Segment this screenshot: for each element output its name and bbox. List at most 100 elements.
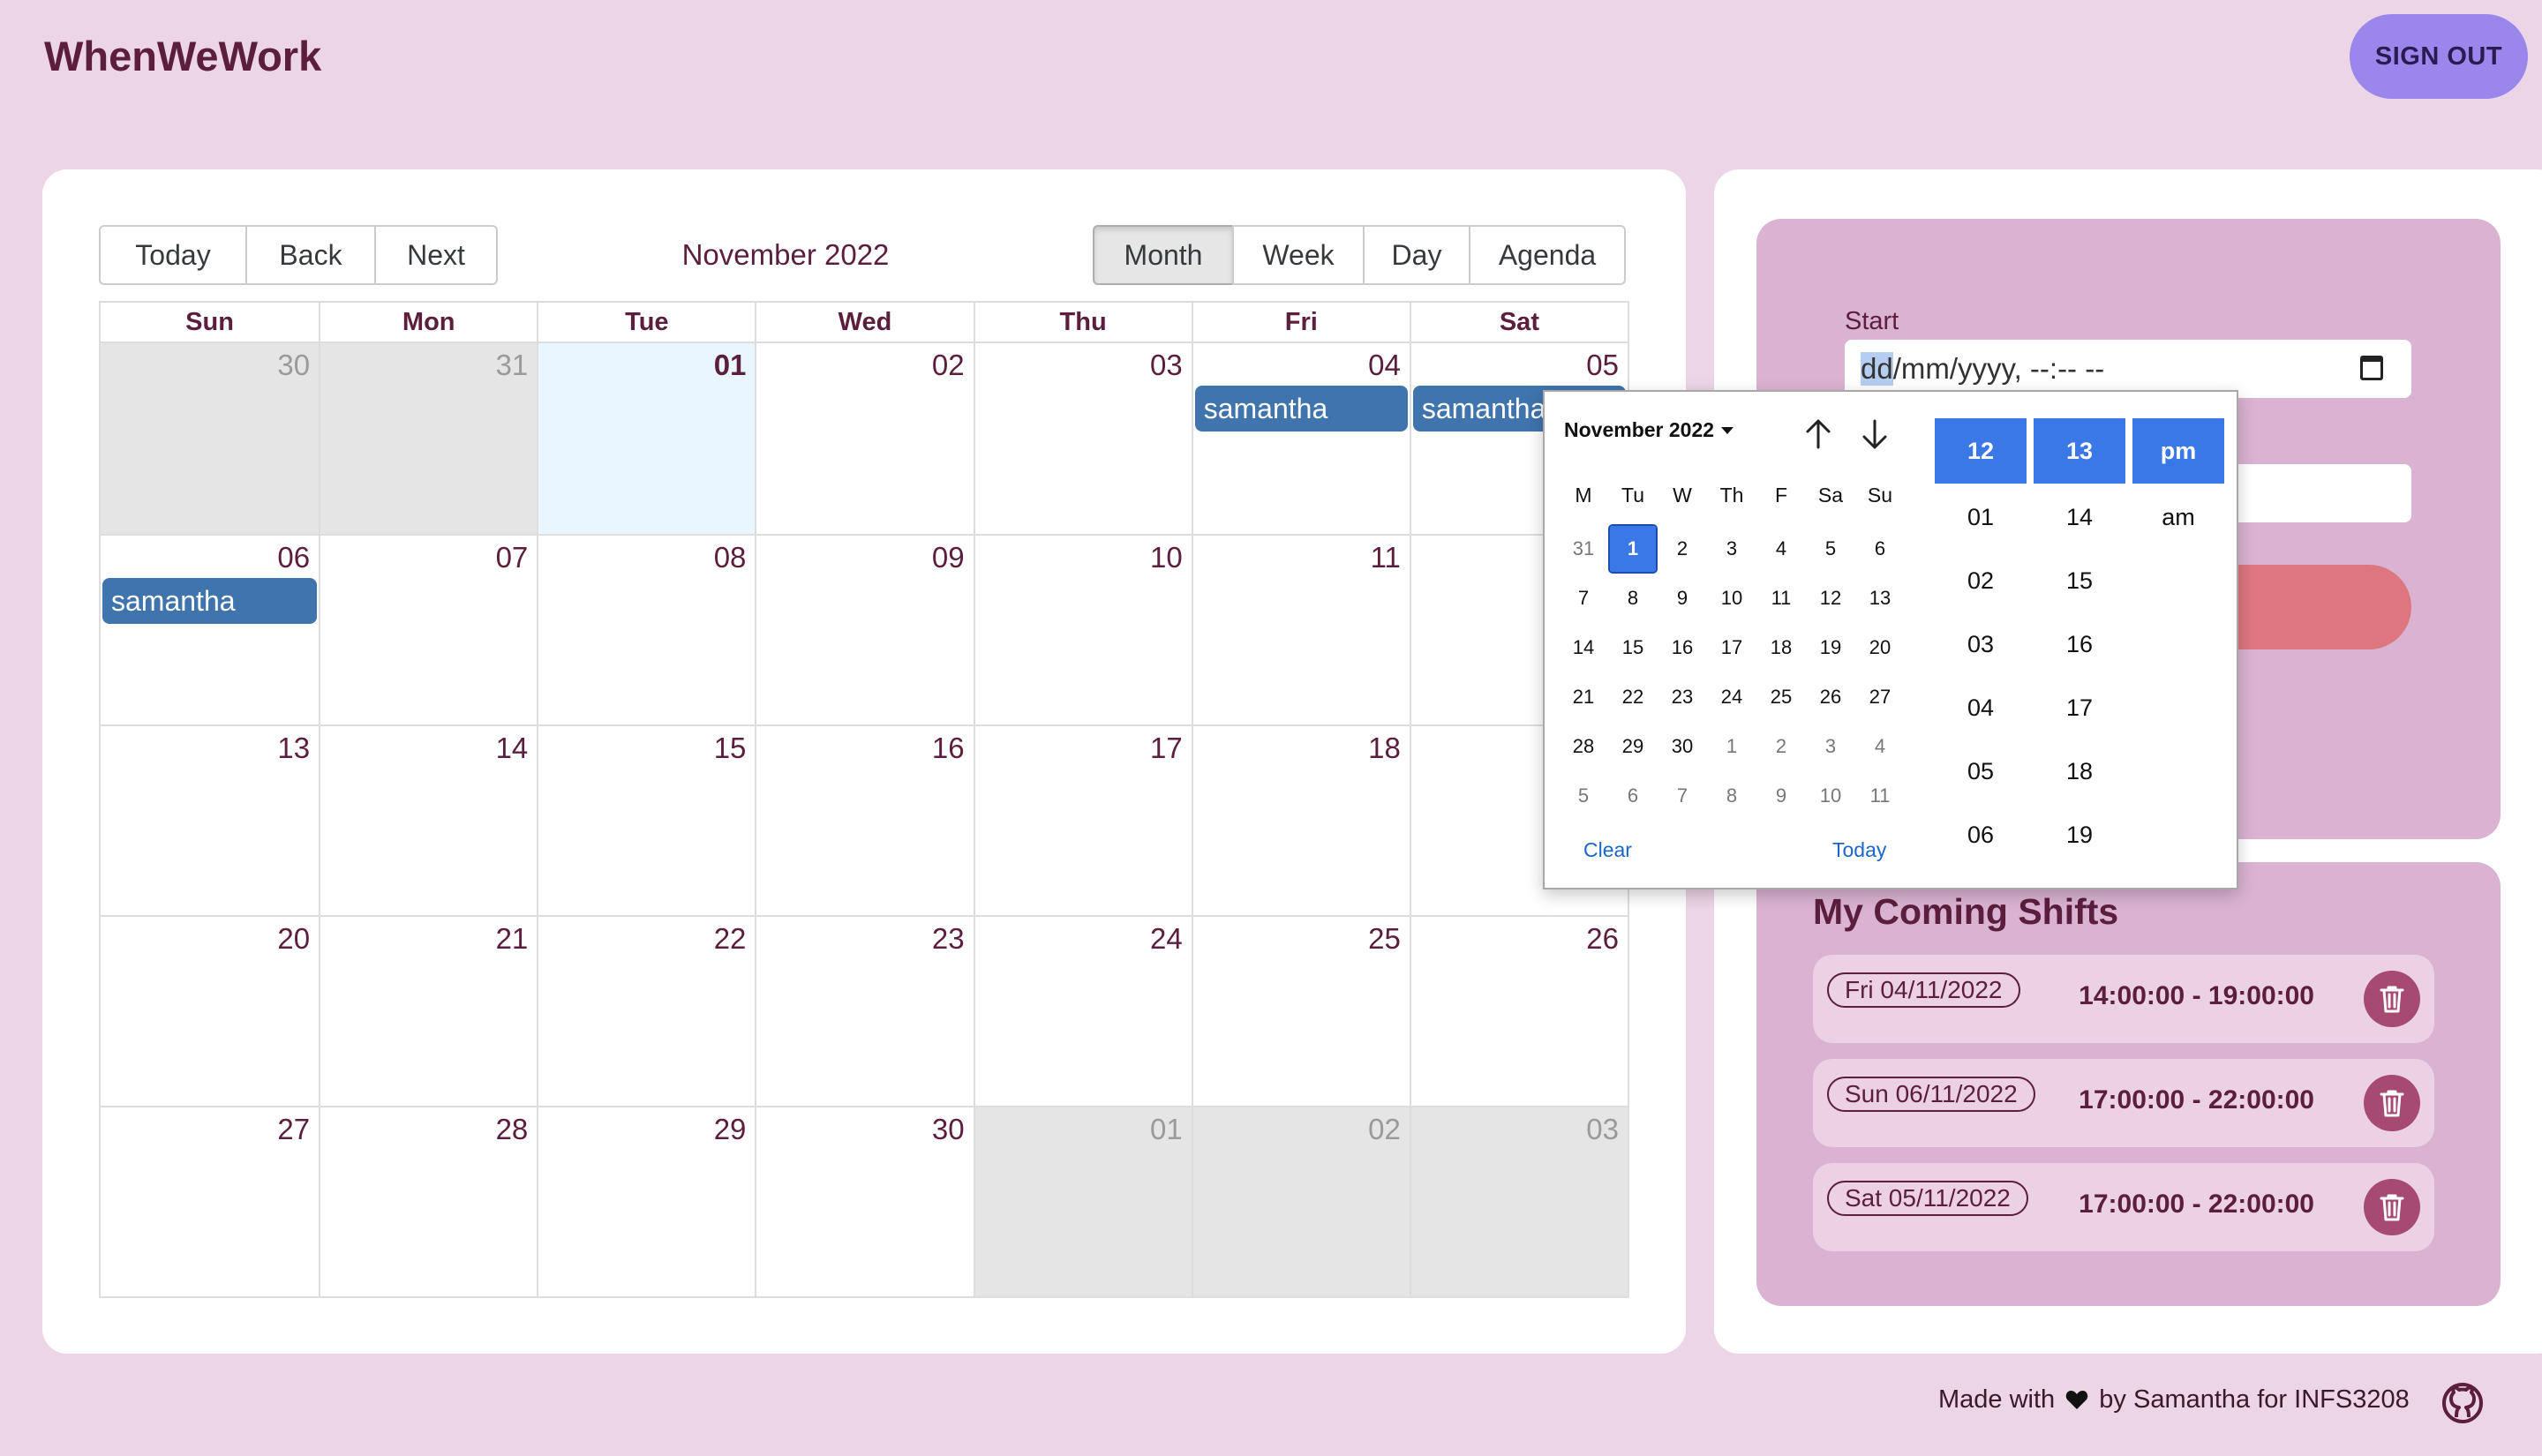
calendar-day-number[interactable]: 16 (932, 732, 965, 765)
picker-day-number[interactable]: 11 (1857, 773, 1903, 819)
picker-day[interactable]: 5 (1806, 524, 1855, 574)
picker-day-number[interactable]: 6 (1857, 526, 1903, 572)
picker-day-number[interactable]: 28 (1561, 724, 1606, 769)
calendar-day-cell[interactable]: 25 (1191, 915, 1410, 1106)
arrow-up-icon[interactable] (1801, 417, 1836, 452)
picker-day[interactable]: 27 (1855, 672, 1905, 722)
calendar-day-cell[interactable]: 06 samantha (101, 534, 320, 724)
picker-day-number[interactable]: 8 (1709, 773, 1755, 819)
picker-day[interactable]: 30 (1658, 722, 1707, 771)
calendar-icon[interactable] (2360, 356, 2383, 380)
picker-day[interactable]: 18 (1756, 623, 1806, 672)
picker-day-number[interactable]: 10 (1709, 575, 1755, 621)
picker-day[interactable]: 14 (1559, 623, 1608, 672)
picker-minute-option[interactable]: 13 (2034, 418, 2125, 484)
sign-out-button[interactable]: SIGN OUT (2350, 14, 2528, 99)
calendar-day-number[interactable]: 02 (1368, 1113, 1401, 1146)
calendar-event[interactable]: samantha (102, 578, 318, 624)
picker-month-selector[interactable]: November 2022 (1564, 418, 1734, 442)
picker-day-number[interactable]: 20 (1857, 625, 1903, 671)
picker-hour-option[interactable]: 05 (1935, 739, 2027, 803)
picker-day-number[interactable]: 21 (1561, 674, 1606, 720)
calendar-day-cell[interactable]: 08 (537, 534, 756, 724)
picker-day-number[interactable]: 17 (1709, 625, 1755, 671)
picker-day-number[interactable]: 2 (1758, 724, 1804, 769)
delete-shift-button[interactable] (2364, 1179, 2420, 1235)
back-button[interactable]: Back (245, 225, 376, 285)
picker-day-number[interactable]: 23 (1659, 674, 1705, 720)
calendar-day-cell[interactable]: 21 (319, 915, 538, 1106)
calendar-day-number[interactable]: 05 (1586, 349, 1619, 382)
calendar-day-cell[interactable]: 13 (101, 724, 320, 915)
calendar-day-number[interactable]: 10 (1150, 541, 1183, 574)
picker-day[interactable]: 20 (1855, 623, 1905, 672)
picker-day[interactable]: 4 (1855, 722, 1905, 771)
picker-day-number[interactable]: 3 (1709, 526, 1755, 572)
today-button[interactable]: Today (99, 225, 247, 285)
calendar-day-number[interactable]: 01 (1150, 1113, 1183, 1146)
picker-day-number[interactable]: 16 (1659, 625, 1705, 671)
calendar-day-cell[interactable]: 03 (1409, 1106, 1628, 1296)
picker-day[interactable]: 23 (1658, 672, 1707, 722)
picker-day[interactable]: 12 (1806, 574, 1855, 623)
calendar-day-number[interactable]: 09 (932, 541, 965, 574)
calendar-day-cell[interactable]: 02 (1191, 1106, 1410, 1296)
picker-day[interactable]: 21 (1559, 672, 1608, 722)
day-view-button[interactable]: Day (1363, 225, 1470, 285)
calendar-day-cell[interactable]: 11 (1191, 534, 1410, 724)
calendar-day-number[interactable]: 07 (496, 541, 529, 574)
calendar-day-cell[interactable]: 31 (319, 343, 538, 534)
calendar-day-cell[interactable]: 26 (1409, 915, 1628, 1106)
picker-hour-option[interactable]: 04 (1935, 676, 2027, 739)
calendar-day-number[interactable]: 01 (714, 349, 747, 382)
calendar-day-cell[interactable]: 09 (755, 534, 974, 724)
calendar-day-cell[interactable]: 20 (101, 915, 320, 1106)
picker-day-number[interactable]: 9 (1659, 575, 1705, 621)
picker-day[interactable]: 10 (1806, 771, 1855, 821)
month-view-button[interactable]: Month (1093, 225, 1234, 285)
picker-day[interactable]: 2 (1756, 722, 1806, 771)
picker-minute-option[interactable]: 15 (2034, 549, 2125, 612)
picker-day[interactable]: 1 (1707, 722, 1756, 771)
picker-day[interactable]: 2 (1658, 524, 1707, 574)
picker-day-number[interactable]: 29 (1610, 724, 1656, 769)
calendar-day-cell[interactable]: 14 (319, 724, 538, 915)
picker-day[interactable]: 10 (1707, 574, 1756, 623)
calendar-day-cell[interactable]: 07 (319, 534, 538, 724)
picker-day[interactable]: 19 (1806, 623, 1855, 672)
picker-day-number[interactable]: 26 (1808, 674, 1854, 720)
picker-day-number[interactable]: 7 (1561, 575, 1606, 621)
picker-day-number[interactable]: 14 (1561, 625, 1606, 671)
calendar-day-cell[interactable]: 16 (755, 724, 974, 915)
agenda-view-button[interactable]: Agenda (1469, 225, 1626, 285)
week-view-button[interactable]: Week (1232, 225, 1365, 285)
calendar-day-number[interactable]: 28 (496, 1113, 529, 1146)
picker-day-number[interactable]: 1 (1709, 724, 1755, 769)
calendar-day-cell[interactable]: 17 (973, 724, 1192, 915)
picker-day-number[interactable]: 4 (1857, 724, 1903, 769)
picker-day-number[interactable]: 1 (1608, 524, 1658, 574)
calendar-day-number[interactable]: 30 (932, 1113, 965, 1146)
picker-day[interactable]: 26 (1806, 672, 1855, 722)
calendar-day-cell[interactable]: 10 (973, 534, 1192, 724)
calendar-day-number[interactable]: 13 (277, 732, 310, 765)
picker-day[interactable]: 25 (1756, 672, 1806, 722)
calendar-day-cell[interactable]: 30 (101, 343, 320, 534)
calendar-day-number[interactable]: 06 (277, 541, 310, 574)
picker-day[interactable]: 8 (1608, 574, 1658, 623)
picker-day-number[interactable]: 24 (1709, 674, 1755, 720)
picker-day-number[interactable]: 9 (1758, 773, 1804, 819)
picker-meridiem-option[interactable]: am (2132, 485, 2224, 549)
calendar-day-cell[interactable]: 01 (537, 343, 756, 534)
picker-day-number[interactable]: 5 (1561, 773, 1606, 819)
delete-shift-button[interactable] (2364, 971, 2420, 1027)
calendar-day-cell[interactable]: 15 (537, 724, 756, 915)
picker-hour-option[interactable]: 03 (1935, 612, 2027, 676)
calendar-event[interactable]: samantha (1194, 386, 1408, 432)
picker-day[interactable]: 7 (1658, 771, 1707, 821)
picker-day-number[interactable]: 5 (1808, 526, 1854, 572)
next-button[interactable]: Next (374, 225, 498, 285)
calendar-day-number[interactable]: 23 (932, 922, 965, 956)
picker-hour-option[interactable]: 06 (1935, 803, 2027, 867)
picker-day[interactable]: 9 (1658, 574, 1707, 623)
